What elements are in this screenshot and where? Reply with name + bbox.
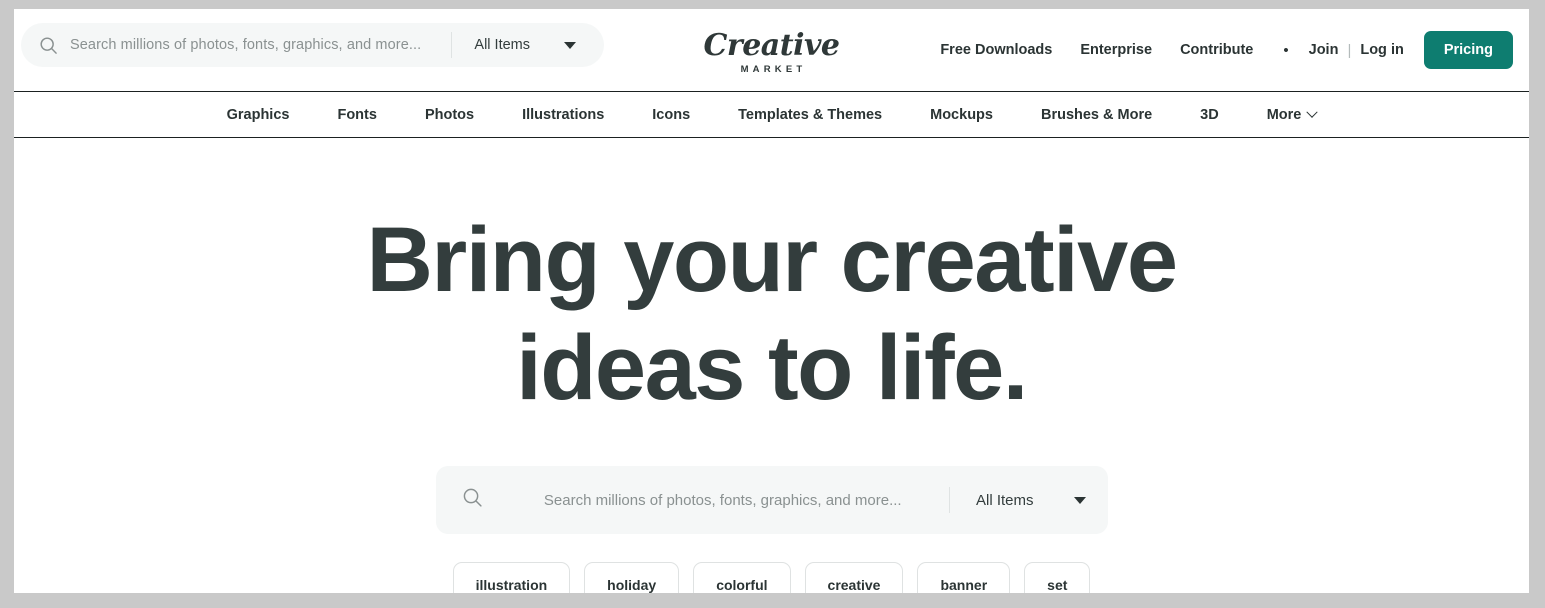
pricing-button[interactable]: Pricing	[1423, 31, 1513, 69]
nav-free-downloads[interactable]: Free Downloads	[926, 42, 1066, 58]
suggested-tags: illustration holiday colorful creative b…	[422, 562, 1122, 593]
category-mockups[interactable]: Mockups	[906, 107, 1017, 123]
tag-chip-illustration[interactable]: illustration	[452, 562, 571, 593]
nav-contribute[interactable]: Contribute	[1166, 42, 1267, 58]
category-label: Templates & Themes	[738, 106, 883, 123]
category-graphics[interactable]: Graphics	[203, 107, 314, 123]
category-label: Graphics	[226, 106, 290, 123]
header-search-scope-select[interactable]: All Items	[452, 37, 598, 53]
browser-viewport: Search millions of photos, fonts, graphi…	[14, 9, 1529, 593]
tag-chip-holiday[interactable]: holiday	[584, 562, 680, 593]
site-logo[interactable]: Creative MARKET	[703, 28, 840, 76]
category-brushes-more[interactable]: Brushes & More	[1017, 107, 1176, 123]
category-label: Icons	[652, 106, 691, 123]
category-label: 3D	[1200, 106, 1219, 123]
category-templates-themes[interactable]: Templates & Themes	[714, 107, 906, 123]
category-3d[interactable]: 3D	[1176, 107, 1243, 123]
headline-line-2: ideas to life.	[516, 317, 1028, 419]
category-illustrations[interactable]: Illustrations	[498, 107, 628, 123]
category-label: Mockups	[930, 106, 993, 123]
category-label: More	[1266, 106, 1302, 123]
category-label: Brushes & More	[1040, 106, 1153, 123]
tag-chip-set[interactable]: set	[1024, 562, 1091, 593]
tag-chip-banner[interactable]: banner	[917, 562, 1011, 593]
hero-search-scope-select[interactable]: All Items	[950, 492, 1104, 509]
page-title: Bring your creative ideas to life.	[14, 206, 1529, 422]
category-fonts[interactable]: Fonts	[313, 107, 400, 123]
tag-chip-creative[interactable]: creative	[804, 562, 904, 593]
auth-divider: |	[1347, 41, 1352, 59]
nav-enterprise[interactable]: Enterprise	[1066, 42, 1166, 58]
chevron-down-icon	[564, 41, 576, 49]
chevron-down-icon	[1306, 106, 1319, 118]
category-label: Fonts	[337, 106, 377, 123]
nav-bullet-separator: •	[1283, 41, 1289, 59]
auth-links: Join | Log in	[1305, 42, 1414, 59]
login-link[interactable]: Log in	[1360, 42, 1404, 58]
headline-line-1: Bring your creative	[366, 209, 1178, 311]
logo-wordmark: Creative	[703, 28, 840, 63]
category-icons[interactable]: Icons	[628, 107, 714, 123]
hero-search-bar[interactable]: Search millions of photos, fonts, graphi…	[435, 466, 1108, 534]
header-search-scope-label: All Items	[474, 37, 530, 53]
search-icon	[462, 487, 483, 513]
search-icon	[39, 36, 58, 55]
header-right-nav: Free Downloads Enterprise Contribute • J…	[926, 9, 1513, 91]
site-header: Search millions of photos, fonts, graphi…	[14, 9, 1529, 91]
category-label: Photos	[424, 106, 475, 123]
category-label: Illustrations	[522, 106, 605, 123]
join-link[interactable]: Join	[1309, 42, 1339, 58]
hero-search-scope-label: All Items	[975, 491, 1034, 509]
category-more[interactable]: More	[1243, 106, 1341, 123]
category-photos[interactable]: Photos	[401, 107, 498, 123]
tag-chip-colorful[interactable]: colorful	[693, 562, 791, 593]
chevron-down-icon	[1073, 496, 1086, 504]
header-search-bar[interactable]: Search millions of photos, fonts, graphi…	[21, 23, 604, 67]
logo-subtext: MARKET	[740, 64, 807, 75]
header-search-input[interactable]: Search millions of photos, fonts, graphi…	[58, 37, 451, 53]
category-nav: Graphics Fonts Photos Illustrations Icon…	[14, 91, 1529, 138]
hero-section: Bring your creative ideas to life. Searc…	[14, 138, 1529, 593]
hero-search-input[interactable]: Search millions of photos, fonts, graphi…	[483, 492, 949, 509]
